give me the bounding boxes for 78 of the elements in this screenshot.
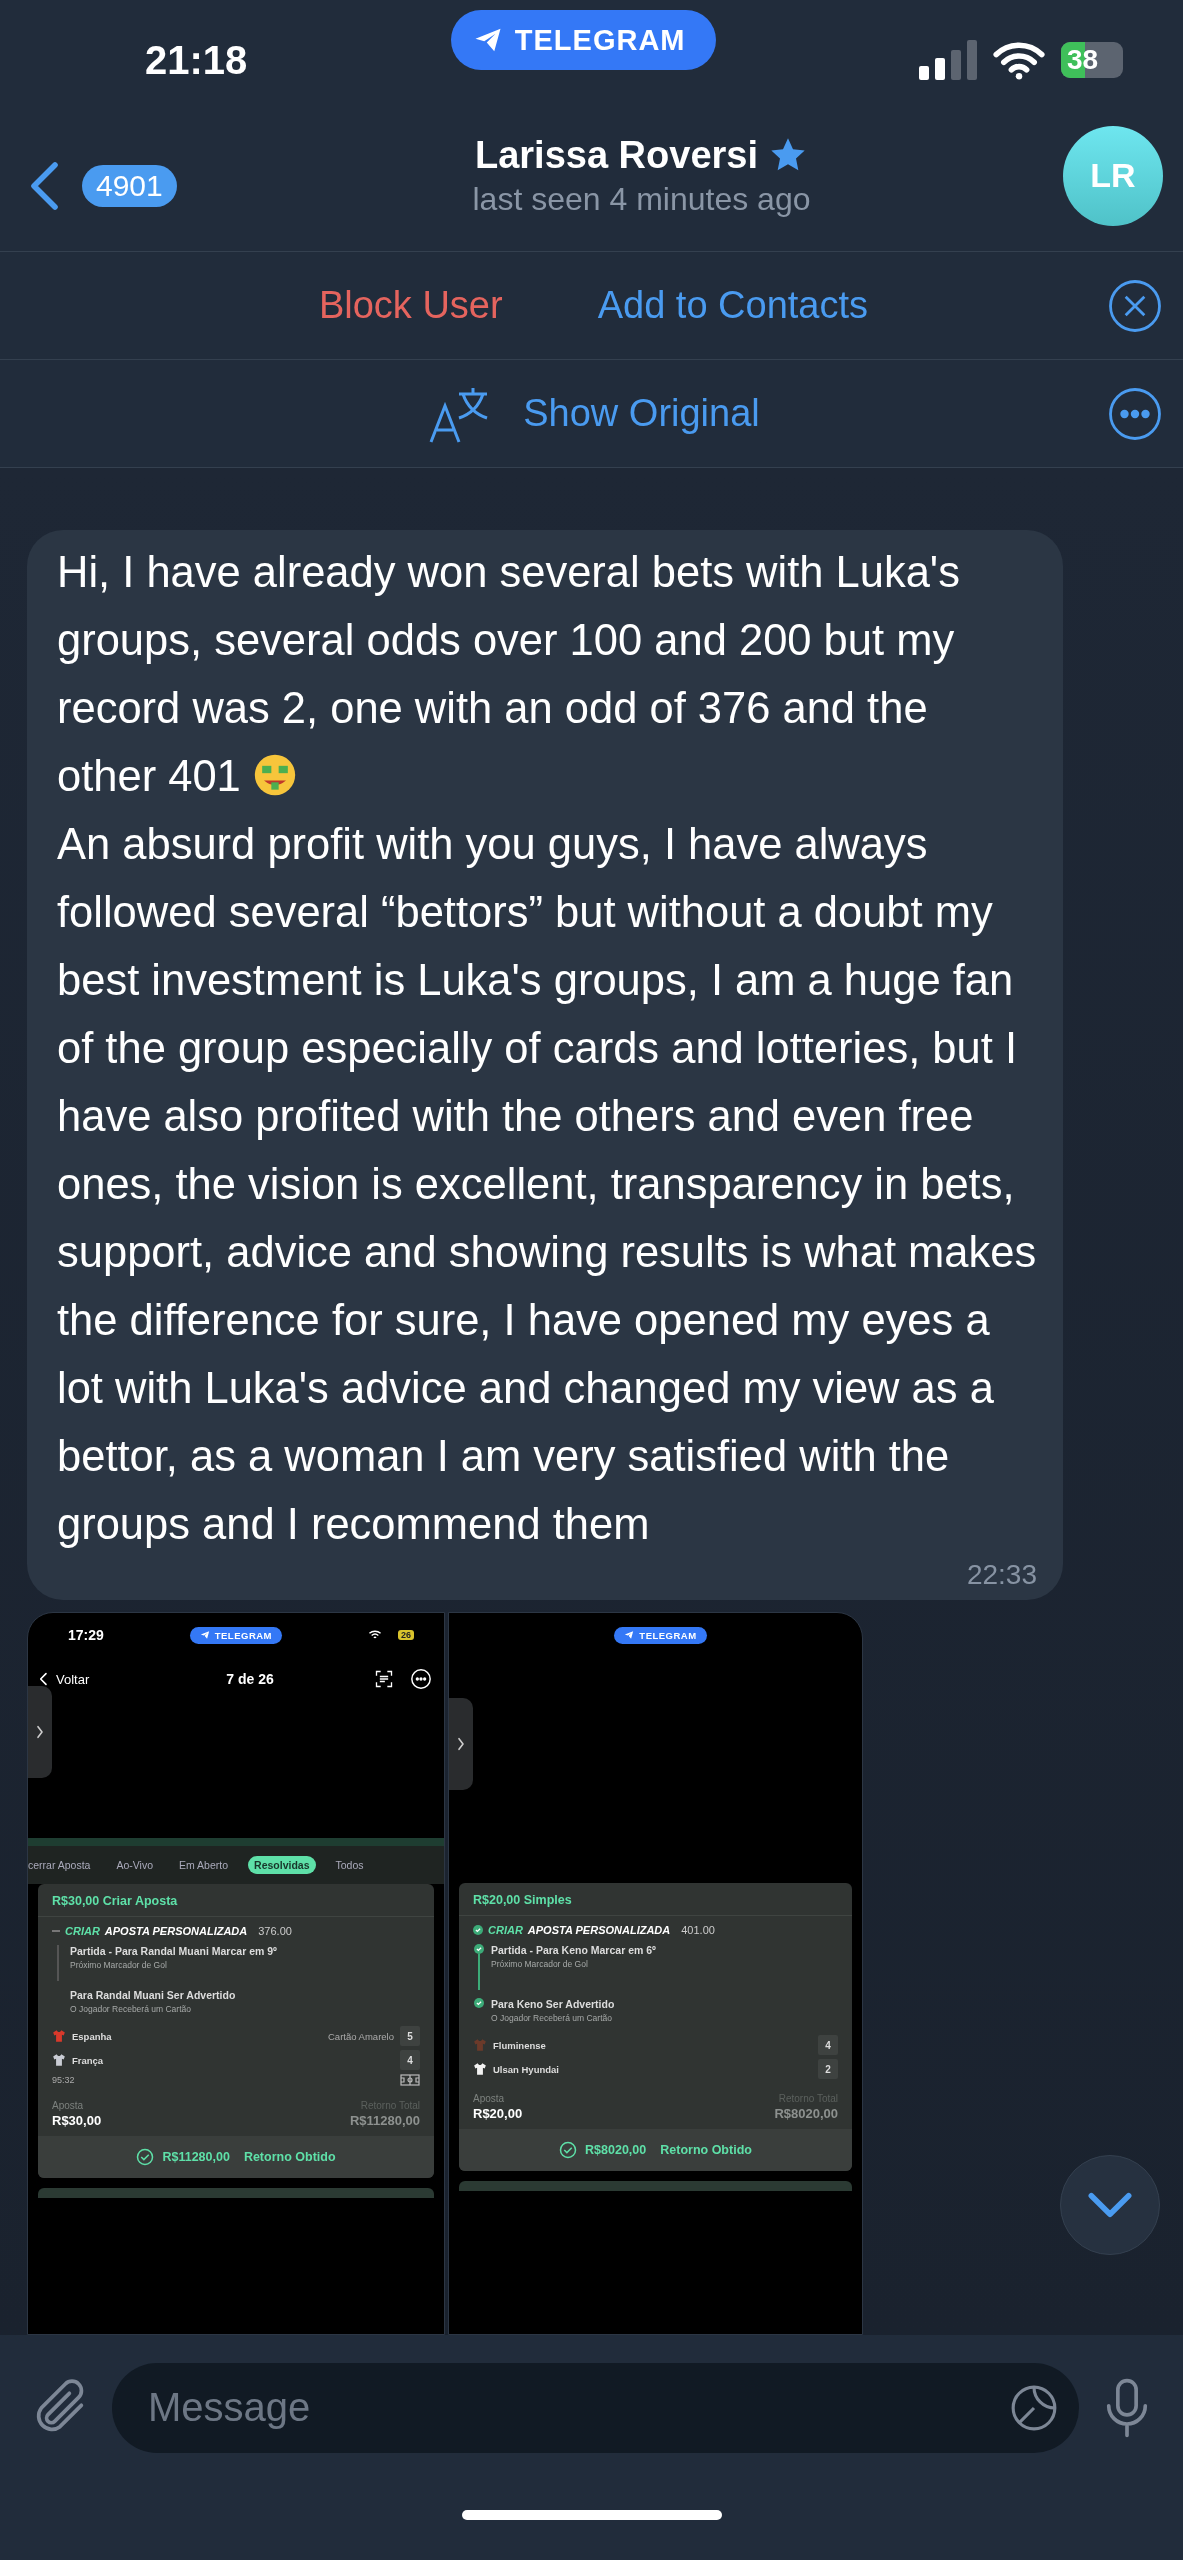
dash-icon (52, 1929, 60, 1933)
team-name: França (72, 2054, 105, 2066)
message-text: Hi, I have already won several bets with Luka's groups, several odds over 100 and 200 but my record was 2, one with an odd of 376 and the other 401 (57, 547, 961, 802)
selection-market: O Jogador Receberá um Cartão (491, 2013, 613, 2023)
bet-title: R$30,00 Criar Aposta (38, 1884, 434, 1917)
team-name: Fluminense (493, 2039, 547, 2051)
telegram-pill: TELEGRAM (614, 1626, 707, 1644)
team-name: Espanha (72, 2030, 113, 2042)
stake-amount: R$30,00 (52, 2113, 102, 2128)
paper-plane-icon (199, 1630, 210, 1640)
selection-title: Partida - Para Keno Marcar em 6º (491, 1944, 656, 1956)
odds: 401.00 (681, 1924, 715, 1936)
contact-name: Larissa Roversi (474, 133, 759, 177)
back-button[interactable]: 4901 (20, 157, 220, 214)
close-button[interactable] (1107, 277, 1163, 334)
result-bar: R$8020,00 Retorno Obtido (459, 2129, 852, 2171)
battery-indicator: 38 (1061, 42, 1123, 78)
builder-title: APOSTA PERSONALIZADA (104, 1925, 248, 1937)
team-name: Ulsan Hyundai (493, 2063, 560, 2075)
connector-line (478, 1954, 480, 1990)
telegram-pill[interactable]: TELEGRAM (450, 10, 716, 70)
match-clock: 95:32 (52, 2075, 75, 2085)
stake-label: Aposta (52, 2100, 84, 2111)
battery-level: 26 (397, 1630, 414, 1640)
telegram-pill: TELEGRAM (189, 1626, 283, 1644)
check-circle-icon (136, 2148, 155, 2166)
check-icon (473, 1925, 483, 1935)
selection-title: Partida - Para Randal Muani Marcar em 9º (70, 1945, 277, 1957)
more-button[interactable] (1107, 385, 1163, 442)
status-time: 17:29 (68, 1627, 104, 1643)
last-seen: last seen 4 minutes ago (472, 180, 811, 218)
message-bar[interactable]: Message (112, 2362, 1079, 2453)
filter-label: cerrar Aposta (28, 1858, 92, 1873)
wifi-icon (993, 40, 1045, 80)
block-user-link[interactable]: Block User (318, 284, 503, 327)
paper-plane-icon (624, 1630, 635, 1640)
stake-label: Aposta (473, 2093, 505, 2104)
show-original-button[interactable]: Show Original (523, 392, 760, 435)
builder-prefix: CRIAR (65, 1925, 100, 1937)
message-text: An absurd profit with you guys, I have always followed several “bettors” but without a doubt my best investment is Luka's groups, I am a huge fan of the group especially of cards and lotteries, but I have also profited with the others and even free ones, the vision is excellent, transparency in bets, support, advice and showing results is what makes the difference for sure, I have opened my eyes a lot with Luka's advice and changed my view as a bettor, as a woman I am very satisfied with the groups and I recommend them (57, 819, 1037, 1550)
builder-title: APOSTA PERSONALIZADA (527, 1924, 671, 1936)
odds: 376.00 (258, 1925, 292, 1937)
filter-label: Em Aberto (178, 1858, 230, 1873)
more-icon (410, 1668, 432, 1690)
pitch-icon (400, 2074, 420, 2086)
screenshot-attachment[interactable] (27, 1612, 445, 2335)
selection-title: Para Randal Muani Ser Advertido (70, 1989, 236, 2001)
check-icon (474, 1998, 484, 2008)
add-to-contacts-link[interactable]: Add to Contacts (597, 284, 869, 327)
filter-label: Ao-Vivo (115, 1858, 155, 1873)
message-time: 22:33 (966, 1558, 1037, 1592)
check-circle-icon (559, 2141, 578, 2159)
status-time: 21:18 (145, 37, 248, 83)
stake-amount: R$20,00 (473, 2106, 523, 2121)
selection-market: O Jogador Receberá um Cartão (70, 2004, 192, 2014)
selected-filter-pill: Resolvidas (248, 1856, 316, 1874)
stat-count: 4 (818, 2035, 838, 2055)
stat-count: 4 (400, 2050, 420, 2070)
stat-count: 5 (400, 2026, 420, 2046)
screenshot-attachment[interactable] (448, 1612, 863, 2335)
stat-label: Cartão Amarelo (328, 2030, 394, 2042)
signal-icon (919, 40, 977, 80)
scan-text-icon (374, 1669, 394, 1689)
return-amount: R$8020,00 (774, 2106, 838, 2121)
money-face-emoji-icon (252, 753, 297, 797)
return-amount: R$11280,00 (349, 2113, 420, 2128)
stat-count: 2 (818, 2059, 838, 2079)
builder-prefix: CRIAR (488, 1924, 523, 1936)
page-counter: 7 de 26 (225, 1671, 275, 1687)
bet-title: R$20,00 Simples (459, 1883, 852, 1916)
selection-title: Para Keno Ser Advertido (491, 1998, 615, 2010)
selection-market: Próximo Marcador de Gol (491, 1959, 589, 1969)
connector-line (57, 1945, 59, 1981)
wifi-icon (367, 1630, 382, 1640)
check-icon (474, 1944, 484, 1954)
filter-label: Todos (334, 1858, 365, 1873)
selection-market: Próximo Marcador de Gol (70, 1960, 168, 1970)
result-bar: R$11280,00 Retorno Obtido (38, 2136, 434, 2178)
